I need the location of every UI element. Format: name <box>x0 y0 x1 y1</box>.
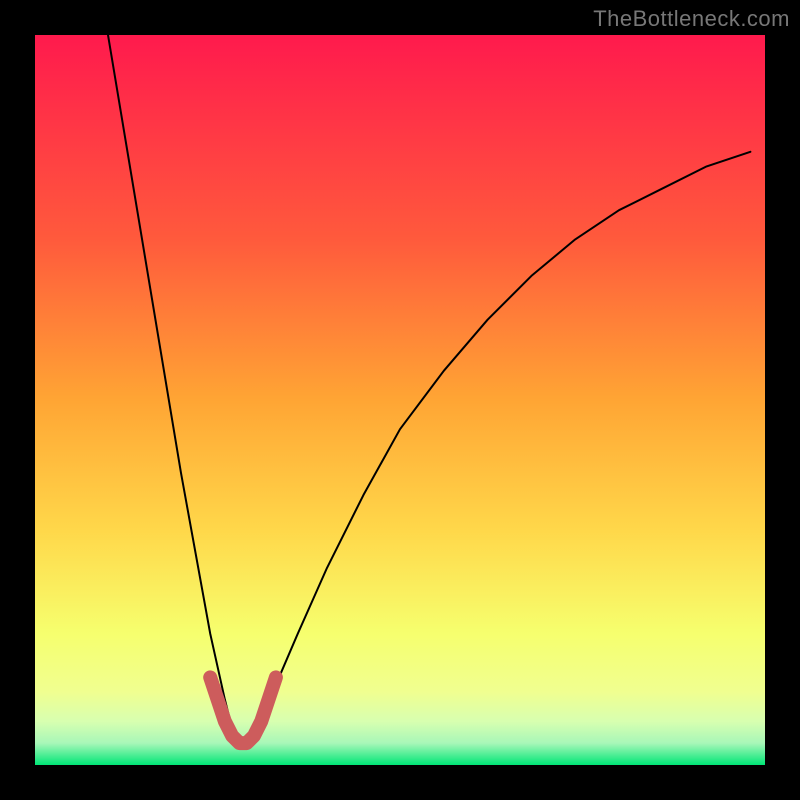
chart-stage: TheBottleneck.com <box>0 0 800 800</box>
watermark-text: TheBottleneck.com <box>593 6 790 32</box>
gradient-panel <box>35 35 765 765</box>
bottleneck-chart <box>0 0 800 800</box>
